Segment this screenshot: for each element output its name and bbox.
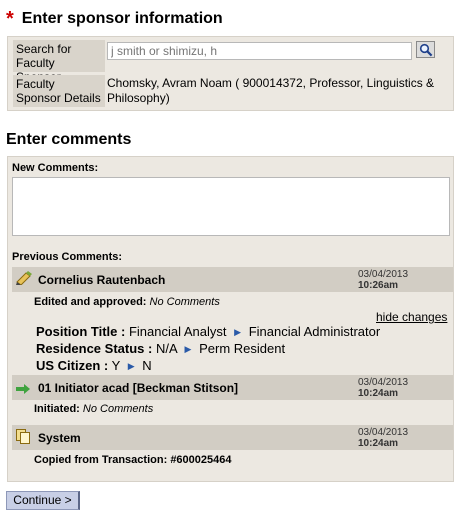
sponsor-title-text: Enter sponsor information bbox=[21, 10, 223, 27]
comment-author: 01 Initiator acad [Beckman Stitson] bbox=[38, 381, 239, 395]
comment-action: Edited and approved: bbox=[34, 296, 147, 308]
search-label: Search for Faculty Sponsor bbox=[13, 40, 105, 84]
comment-entry-header: System 03/04/2013 10:24am bbox=[12, 425, 453, 450]
comment-body: Edited and approved: No Comments bbox=[34, 296, 220, 308]
comment-time: 10:26am bbox=[358, 280, 399, 291]
comments-panel: New Comments: Previous Comments: Corneli… bbox=[7, 156, 454, 482]
comment-text: No Comments bbox=[82, 403, 154, 415]
change-field: Position Title : bbox=[36, 324, 126, 339]
change-arrow-icon: ▶ bbox=[184, 344, 192, 354]
change-arrow-icon: ▶ bbox=[234, 327, 242, 337]
comment-date: 03/04/2013 bbox=[358, 427, 409, 438]
comment-body: Copied from Transaction: #600025464 bbox=[34, 454, 232, 466]
magnifier-icon bbox=[419, 43, 433, 57]
comment-text: No Comments bbox=[149, 296, 220, 308]
comment-action: Copied from Transaction: bbox=[34, 454, 168, 466]
pencil-edit-icon bbox=[16, 271, 32, 290]
change-to: N bbox=[142, 358, 152, 373]
comment-date: 03/04/2013 bbox=[358, 269, 409, 280]
change-arrow-icon: ▶ bbox=[127, 361, 135, 371]
search-button[interactable] bbox=[416, 41, 435, 58]
hide-changes-link[interactable]: hide changes bbox=[376, 310, 447, 324]
change-from: Y bbox=[111, 358, 121, 373]
sponsor-section-title: * Enter sponsor information bbox=[6, 6, 223, 30]
change-row: US Citizen : Y ▶ N bbox=[36, 358, 152, 375]
change-from: Financial Analyst bbox=[128, 324, 227, 339]
details-label: Faculty Sponsor Details bbox=[13, 75, 105, 107]
change-to: Financial Administrator bbox=[248, 324, 381, 339]
comment-entry-header: Cornelius Rautenbach 03/04/2013 10:26am bbox=[12, 267, 453, 292]
required-marker: * bbox=[6, 8, 14, 30]
sponsor-form: Search for Faculty Sponsor Faculty Spons… bbox=[7, 36, 454, 111]
change-row: Position Title : Financial Analyst ▶ Fin… bbox=[36, 324, 380, 341]
change-field: Residence Status : bbox=[36, 341, 153, 356]
sponsor-details-value: Chomsky, Avram Noam ( 900014372, Profess… bbox=[107, 76, 435, 105]
comment-author: System bbox=[38, 431, 81, 445]
comments-section-title: Enter comments bbox=[6, 131, 132, 148]
comment-author: Cornelius Rautenbach bbox=[38, 273, 166, 287]
change-field: US Citizen : bbox=[36, 358, 109, 373]
change-row: Residence Status : N/A ▶ Perm Resident bbox=[36, 341, 285, 358]
new-comments-label: New Comments: bbox=[12, 162, 99, 174]
previous-comments-label: Previous Comments: bbox=[12, 251, 123, 263]
comment-body: Initiated: No Comments bbox=[34, 403, 153, 415]
continue-button[interactable]: Continue > bbox=[6, 491, 80, 510]
comment-time: 10:24am bbox=[358, 438, 399, 449]
sponsor-search-input[interactable] bbox=[107, 42, 412, 60]
comment-action: Initiated: bbox=[34, 403, 80, 415]
comment-time: 10:24am bbox=[358, 388, 399, 399]
comment-text: #600025464 bbox=[170, 454, 232, 466]
new-comments-textarea[interactable] bbox=[12, 177, 450, 236]
change-from: N/A bbox=[155, 341, 177, 356]
comment-entry-header: 01 Initiator acad [Beckman Stitson] 03/0… bbox=[12, 375, 453, 400]
change-to: Perm Resident bbox=[199, 341, 286, 356]
copy-document-icon bbox=[16, 429, 30, 449]
comment-date: 03/04/2013 bbox=[358, 377, 409, 388]
green-arrow-icon bbox=[16, 381, 30, 399]
